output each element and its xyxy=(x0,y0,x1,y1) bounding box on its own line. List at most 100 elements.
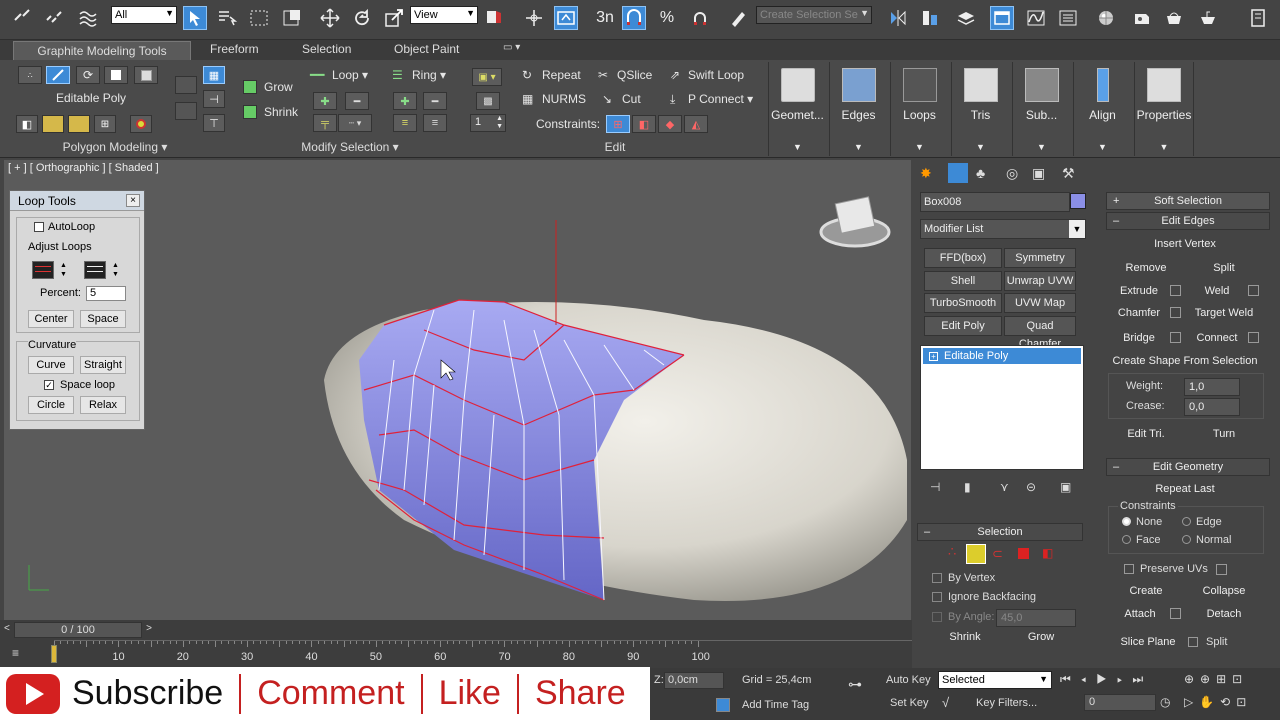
loop-button[interactable]: Loop ▾ xyxy=(332,68,368,82)
remove-modifier-icon[interactable]: ⊝ xyxy=(1026,480,1036,494)
loop-shrink-icon[interactable]: ━ xyxy=(345,92,369,110)
polygon-modeling-group[interactable]: Polygon Modeling ▾ xyxy=(0,140,230,156)
soft-selection-rollout[interactable]: + Soft Selection xyxy=(1106,192,1270,210)
align-icon[interactable] xyxy=(918,6,942,30)
circle-button[interactable]: Circle xyxy=(28,396,74,414)
chamfer-settings-icon[interactable] xyxy=(1170,307,1181,318)
loop-mode-icon[interactable]: ╤ xyxy=(313,114,337,132)
border-mode-icon[interactable]: ⟳ xyxy=(76,66,100,84)
detach-button[interactable]: Detach xyxy=(1190,604,1258,624)
display-tab-icon[interactable]: ▣ xyxy=(1032,165,1045,182)
viewport-nav-icons[interactable]: ⊕⊕⊞⊡ xyxy=(1184,672,1248,686)
utilities-tab-icon[interactable]: ⚒ xyxy=(1062,165,1075,182)
z-coordinate-field[interactable]: 0,0cm xyxy=(664,672,724,689)
schematic-view-icon[interactable] xyxy=(1056,6,1080,30)
dotring-icon[interactable]: ≡ xyxy=(423,114,447,132)
align-panel-button[interactable]: Align ▼ xyxy=(1073,62,1131,156)
ignore-backfacing-checkbox[interactable] xyxy=(932,592,942,602)
edit-edges-rollout[interactable]: – Edit Edges xyxy=(1106,212,1270,230)
relax-button[interactable]: Relax xyxy=(80,396,126,414)
spinner-snap-icon[interactable] xyxy=(688,6,712,30)
show-end-result-toggle-icon[interactable]: ▮ xyxy=(964,480,971,494)
modifier-list-dropdown[interactable]: Modifier List ▼ xyxy=(920,219,1086,239)
swift-loop-button[interactable]: Swift Loop xyxy=(688,68,744,82)
motion-tab-icon[interactable]: ◎ xyxy=(1006,165,1018,182)
unhide-icon[interactable]: ⊤ xyxy=(203,114,225,132)
ffd-box-button[interactable]: FFD(box) xyxy=(924,248,1002,268)
straight-button[interactable]: Straight xyxy=(80,356,126,374)
loop-shape-spinner-1[interactable]: ▲ ▼ xyxy=(60,261,70,279)
selection-rollout-header[interactable]: – Selection xyxy=(917,523,1083,541)
space-button[interactable]: Space xyxy=(80,310,126,328)
constraint-normal-icon[interactable]: ◭ xyxy=(684,115,708,133)
preserve-uvs-dropdown[interactable]: ▣ ▾ xyxy=(472,68,502,86)
time-config-icon[interactable]: ◷ xyxy=(1160,695,1176,709)
trackbar-menu-icon[interactable]: ≡ xyxy=(12,646,19,660)
extrude-settings-icon[interactable] xyxy=(1170,285,1181,296)
dotloop-dropdown[interactable]: ┄ ▾ xyxy=(338,114,372,132)
pivot-center-icon[interactable] xyxy=(482,6,506,30)
rendered-frame-icon[interactable] xyxy=(1162,6,1186,30)
vertex-subobject-icon[interactable]: ∴ xyxy=(948,544,956,560)
collapse-button[interactable]: Collapse xyxy=(1190,581,1258,601)
bind-spacewarp-icon[interactable] xyxy=(76,6,100,30)
youtube-logo-icon[interactable] xyxy=(6,673,60,714)
hierarchy-tab-icon[interactable]: ♣ xyxy=(976,165,985,181)
rectangular-selection-icon[interactable] xyxy=(247,6,271,30)
constraint-face-radio[interactable] xyxy=(1122,535,1131,544)
weld-button[interactable]: Weld xyxy=(1190,281,1244,301)
p-connect-button[interactable]: P Connect ▾ xyxy=(688,92,753,106)
ring-button[interactable]: Ring ▾ xyxy=(412,68,446,82)
current-frame-marker[interactable] xyxy=(51,645,57,663)
edit-spinner[interactable]: 1 ▲ ▼ xyxy=(470,114,506,132)
repeat-button[interactable]: Repeat xyxy=(542,68,581,82)
scale-icon[interactable] xyxy=(382,6,406,30)
extrude-button[interactable]: Extrude xyxy=(1112,281,1166,301)
connect-button[interactable]: Connect xyxy=(1190,328,1244,348)
bridge-settings-icon[interactable] xyxy=(1170,332,1181,343)
unwrap-uvw-button[interactable]: Unwrap UVW xyxy=(1004,271,1076,291)
uvw-map-button[interactable]: UVW Map xyxy=(1004,293,1076,313)
element-mode-icon[interactable] xyxy=(134,66,158,84)
crease-input[interactable]: 0,0 xyxy=(1184,398,1240,416)
move-icon[interactable] xyxy=(318,6,342,30)
set-key-button[interactable]: Set Key xyxy=(890,697,929,709)
edge-subobject-icon[interactable] xyxy=(966,544,986,564)
edges-panel-button[interactable]: Edges ▼ xyxy=(829,62,887,156)
preserve-uvs-checkbox[interactable] xyxy=(1124,564,1134,574)
edit-geometry-rollout[interactable]: – Edit Geometry xyxy=(1106,458,1270,476)
shrink-selection-button[interactable]: Shrink xyxy=(928,628,1002,648)
next-frame-icon[interactable]: > xyxy=(142,622,156,638)
close-icon[interactable]: × xyxy=(126,194,140,207)
select-manipulate-icon[interactable] xyxy=(522,6,546,30)
tab-graphite-modeling-tools[interactable]: Graphite Modeling Tools xyxy=(13,41,191,60)
constraint-face-icon[interactable]: ◆ xyxy=(658,115,682,133)
connect-settings-icon[interactable] xyxy=(1248,332,1259,343)
nurms-button[interactable]: NURMS xyxy=(542,92,586,106)
ring-mode-icon[interactable]: ≡ xyxy=(393,114,417,132)
time-tag-icon[interactable] xyxy=(716,698,730,712)
key-filters-button[interactable]: Key Filters... xyxy=(976,697,1037,709)
chamfer-button[interactable]: Chamfer xyxy=(1112,303,1166,323)
loop-shape-swatch-1[interactable] xyxy=(32,261,54,279)
selection-filter-dropdown[interactable]: All ▼ xyxy=(111,6,177,24)
set-key-tangent-icon[interactable]: √ xyxy=(942,695,949,710)
qslice-button[interactable]: QSlice xyxy=(617,68,652,82)
object-color-swatch[interactable] xyxy=(1070,193,1086,209)
constraint-edge-radio[interactable] xyxy=(1182,517,1191,526)
split-button[interactable]: Split xyxy=(1190,258,1258,278)
add-time-tag-button[interactable]: Add Time Tag xyxy=(742,699,809,711)
tab-selection[interactable]: Selection xyxy=(302,42,351,56)
element-subobject-icon[interactable]: ◧ xyxy=(1042,546,1053,560)
viewport-nav-icons-2[interactable]: ▷✋⟲⊡ xyxy=(1184,695,1252,709)
create-tab-icon[interactable]: ✸ xyxy=(920,165,932,182)
turbosmooth-button[interactable]: TurboSmooth xyxy=(924,293,1002,313)
rotate-icon[interactable] xyxy=(350,6,374,30)
attach-settings-icon[interactable] xyxy=(1170,608,1181,619)
repeat-last-button[interactable]: Repeat Last xyxy=(1112,479,1258,499)
angle-snap-icon[interactable] xyxy=(622,6,646,30)
target-weld-button[interactable]: Target Weld xyxy=(1190,303,1258,323)
edit-tri-button[interactable]: Edit Tri. xyxy=(1112,424,1180,444)
properties-panel-button[interactable]: Properties ▼ xyxy=(1134,62,1194,156)
constraint-normal-radio[interactable] xyxy=(1182,535,1191,544)
